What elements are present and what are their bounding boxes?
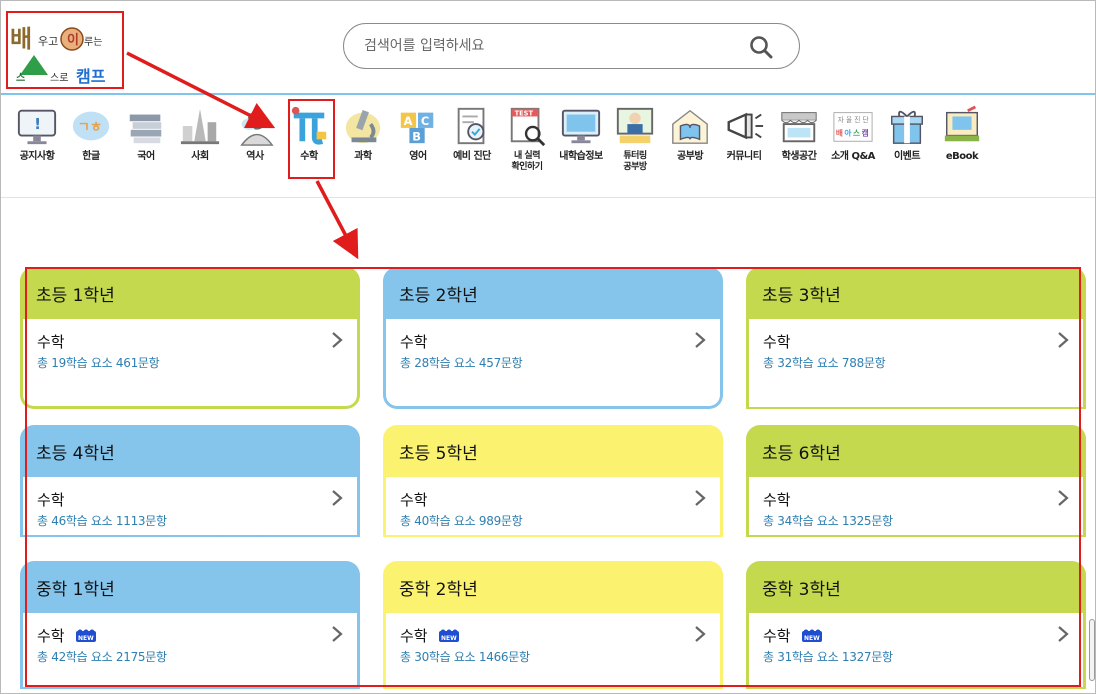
computer-icon — [561, 109, 601, 144]
nav-item-label: 튜터링 공부방 — [623, 151, 647, 172]
nav-item-label: 학생공간 — [781, 151, 817, 162]
landmarks-icon — [180, 108, 220, 145]
site-header: 배 우고 이 루는 스 스로 캠프 — [1, 1, 1095, 95]
nav-item-14[interactable]: 커뮤니티 — [718, 99, 770, 179]
nav-item-label: 소개 Q&A — [831, 151, 875, 162]
nav-item-13[interactable]: 공부방 — [664, 99, 716, 179]
svg-text:캠: 캠 — [862, 128, 869, 138]
nav-item-8[interactable]: A C B 영어 — [392, 99, 444, 179]
nav-item-label: 이벤트 — [893, 151, 921, 162]
house-book-icon — [672, 109, 708, 144]
math-nav-highlight-box — [288, 99, 335, 179]
nav-item-label: 국어 — [137, 151, 155, 162]
site-logo[interactable]: 배 우고 이 루는 스 스로 캠프 — [6, 11, 124, 89]
svg-text:A: A — [404, 114, 413, 128]
nav-item-label: 사회 — [191, 151, 209, 162]
card-dashed-edge — [20, 687, 360, 689]
nav-divider — [1, 197, 1095, 198]
svg-text:!: ! — [34, 115, 41, 133]
gift-icon — [891, 110, 923, 144]
search-bar — [343, 23, 800, 69]
nav-item-11[interactable]: 내학습정보 — [555, 99, 607, 179]
nav-item-label: 공부방 — [676, 151, 704, 162]
nav-item-label: 과학 — [354, 151, 372, 162]
svg-text:C: C — [421, 114, 429, 128]
nav-item-4[interactable]: 사회 — [174, 99, 226, 179]
card-dashed-edge — [746, 687, 1086, 689]
scrollbar-thumb[interactable] — [1089, 619, 1095, 681]
grade-grid-highlight-box — [25, 267, 1081, 687]
nav-item-label: 한글 — [82, 151, 100, 162]
nav-item-15[interactable]: 학생공간 — [773, 99, 825, 179]
nav-item-3[interactable]: 국어 — [120, 99, 172, 179]
nav-item-label: 공지사항 — [19, 151, 55, 162]
search-icon[interactable] — [749, 35, 773, 59]
svg-text:B: B — [412, 129, 421, 143]
test-magnifier-icon: TEST — [510, 107, 546, 147]
megaphone-icon — [727, 112, 764, 140]
svg-text:배: 배 — [836, 128, 843, 138]
intro-sign-icon: 자 율 진 단배 아 스 캠 — [833, 112, 873, 142]
card-dashed-edge — [383, 687, 723, 689]
nav-item-label: eBook — [945, 151, 979, 162]
nav-item-1[interactable]: ! 공지사항 — [11, 99, 63, 179]
nav-item-7[interactable]: 과학 — [337, 99, 389, 179]
nav-item-label: 내 실력 확인하기 — [511, 151, 543, 172]
svg-text:자 율 진 단: 자 율 진 단 — [838, 115, 869, 124]
diagnosis-doc-icon — [457, 107, 485, 145]
nav-item-17[interactable]: 이벤트 — [881, 99, 933, 179]
hangul-icon: ㄱㅎ — [72, 111, 110, 141]
svg-text:ㄱㅎ: ㄱㅎ — [78, 121, 103, 136]
nav-item-16[interactable]: 자 율 진 단배 아 스 캠소개 Q&A — [827, 99, 879, 179]
nav-item-label: 역사 — [246, 151, 264, 162]
abc-blocks-icon: A CB — [400, 112, 434, 143]
svg-text:스: 스 — [853, 129, 860, 138]
ebook-icon — [944, 105, 980, 142]
tutor-icon — [616, 107, 654, 144]
books-icon — [129, 114, 162, 144]
microscope-icon — [345, 109, 381, 144]
nav-item-label: 영어 — [409, 151, 427, 162]
nav-item-label: 내학습정보 — [559, 151, 603, 162]
nav-item-9[interactable]: 예비 진단 — [446, 99, 498, 179]
nav-item-label: 예비 진단 — [453, 151, 491, 162]
nav-item-10[interactable]: TEST 내 실력 확인하기 — [501, 99, 553, 179]
nav-item-12[interactable]: 튜터링 공부방 — [609, 99, 661, 179]
nav-item-18[interactable]: eBook — [936, 99, 988, 179]
store-icon — [781, 112, 817, 143]
notice-monitor-icon: ! — [17, 109, 57, 145]
nav-item-label: 커뮤니티 — [726, 151, 762, 162]
nav-item-2[interactable]: ㄱㅎ 한글 — [65, 99, 117, 179]
logo-highlight-box — [6, 11, 124, 89]
arrow-math-to-grades — [315, 180, 359, 260]
svg-text:아: 아 — [844, 128, 851, 138]
search-input[interactable] — [364, 34, 734, 58]
historical-figure-icon — [240, 110, 274, 146]
svg-text:TEST: TEST — [515, 110, 534, 118]
nav-item-5[interactable]: 역사 — [229, 99, 281, 179]
